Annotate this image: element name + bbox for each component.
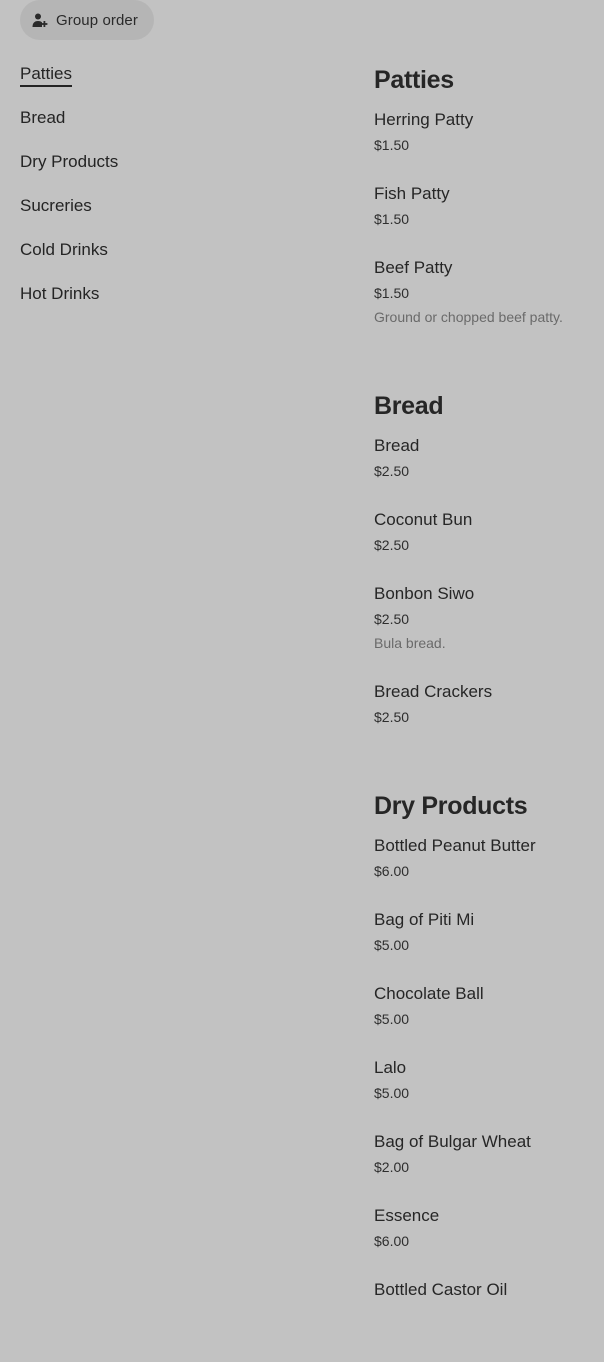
item-price: $2.50	[374, 709, 410, 725]
item-description: Bula bread.	[374, 635, 446, 651]
item-name: Bottled Castor Oil	[374, 1280, 508, 1299]
sidebar-item-patties[interactable]: Patties	[20, 62, 260, 106]
sidebar-item-label: Dry Products	[20, 152, 119, 171]
item-price: $5.00	[374, 1085, 410, 1101]
item-name: Bottled Peanut Butter	[374, 836, 536, 855]
menu-section-bread: Bread Bread $2.50 Coconut Bun $2.50 Bonb…	[374, 388, 600, 754]
sidebar-item-hot-drinks[interactable]: Hot Drinks	[20, 282, 260, 326]
item-name: Coconut Bun	[374, 510, 473, 529]
group-order-label: Group order	[56, 11, 138, 29]
item-price: $1.50	[374, 137, 410, 153]
item-description: Ground or chopped beef patty.	[374, 309, 563, 325]
item-price: $1.50	[374, 285, 410, 301]
sidebar-item-label: Sucreries	[20, 196, 92, 215]
item-price: $2.50	[374, 537, 410, 553]
category-sidebar: Patties Bread Dry Products Sucreries Col…	[20, 62, 260, 326]
menu-item[interactable]: Essence $6.00	[374, 1204, 600, 1278]
menu-item[interactable]: Bread $2.50	[374, 434, 600, 508]
menu-item[interactable]: Coconut Bun $2.50	[374, 508, 600, 582]
sidebar-item-cold-drinks[interactable]: Cold Drinks	[20, 238, 260, 282]
sidebar-item-label: Cold Drinks	[20, 240, 108, 259]
menu-item[interactable]: Bonbon Siwo $2.50 Bula bread.	[374, 582, 600, 680]
item-name: Fish Patty	[374, 184, 450, 203]
menu-item[interactable]: Beef Patty $1.50 Ground or chopped beef …	[374, 256, 600, 354]
menu-list: Patties Herring Patty $1.50 Fish Patty $…	[374, 62, 600, 1362]
person-add-icon	[32, 12, 48, 28]
item-name: Bonbon Siwo	[374, 584, 475, 603]
sidebar-item-label: Patties	[20, 63, 72, 87]
menu-item[interactable]: Bottled Peanut Butter $6.00	[374, 834, 600, 908]
menu-item[interactable]: Lalo $5.00	[374, 1056, 600, 1130]
item-price: $6.00	[374, 1233, 410, 1249]
item-name: Bag of Bulgar Wheat	[374, 1132, 531, 1151]
menu-item[interactable]: Bottled Castor Oil	[374, 1278, 600, 1328]
sidebar-item-label: Hot Drinks	[20, 284, 100, 303]
item-price: $2.50	[374, 611, 410, 627]
item-price: $5.00	[374, 937, 410, 953]
group-order-button[interactable]: Group order	[20, 0, 154, 40]
menu-item[interactable]: Herring Patty $1.50	[374, 108, 600, 182]
item-price: $5.00	[374, 1011, 410, 1027]
section-title: Bread	[374, 392, 444, 420]
item-name: Lalo	[374, 1058, 407, 1077]
menu-section-dry-products: Dry Products Bottled Peanut Butter $6.00…	[374, 788, 600, 1328]
item-name: Herring Patty	[374, 110, 474, 129]
item-name: Bread	[374, 436, 420, 455]
item-name: Chocolate Ball	[374, 984, 484, 1003]
menu-item[interactable]: Bread Crackers $2.50	[374, 680, 600, 754]
item-name: Bag of Piti Mi	[374, 910, 475, 929]
menu-item[interactable]: Bag of Bulgar Wheat $2.00	[374, 1130, 600, 1204]
menu-item[interactable]: Fish Patty $1.50	[374, 182, 600, 256]
item-price: $2.50	[374, 463, 410, 479]
item-price: $6.00	[374, 863, 410, 879]
menu-item[interactable]: Chocolate Ball $5.00	[374, 982, 600, 1056]
item-name: Bread Crackers	[374, 682, 493, 701]
menu-section-patties: Patties Herring Patty $1.50 Fish Patty $…	[374, 62, 600, 354]
item-price: $2.00	[374, 1159, 410, 1175]
sidebar-item-sucreries[interactable]: Sucreries	[20, 194, 260, 238]
sidebar-item-dry-products[interactable]: Dry Products	[20, 150, 260, 194]
sidebar-item-bread[interactable]: Bread	[20, 106, 260, 150]
section-title: Patties	[374, 66, 454, 94]
sidebar-item-label: Bread	[20, 108, 66, 127]
item-name: Essence	[374, 1206, 440, 1225]
item-price: $1.50	[374, 211, 410, 227]
item-name: Beef Patty	[374, 258, 453, 277]
section-title: Dry Products	[374, 792, 528, 820]
menu-item[interactable]: Bag of Piti Mi $5.00	[374, 908, 600, 982]
